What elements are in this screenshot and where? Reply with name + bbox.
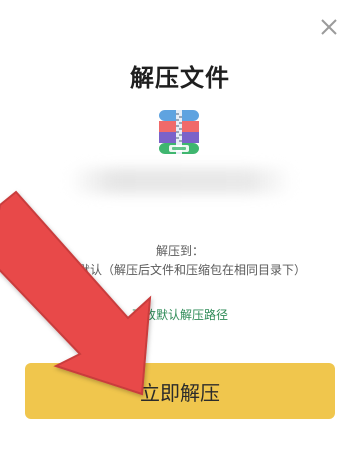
file-name-redacted [68,168,294,194]
zip-archive-icon [159,110,199,154]
dialog-title: 解压文件 [130,64,230,92]
extract-to-value: 系统默认（解压后文件和压缩包在相同目录下） [53,263,306,277]
extract-dialog: 解压文件 解压到： 系统默认（解压后文件和压缩包在相同目录下） 更改默认解压路径… [0,0,360,450]
change-extract-path-link[interactable]: 更改默认解压路径 [0,306,360,323]
extract-now-button[interactable]: 立即解压 [25,363,335,419]
close-icon[interactable] [320,18,338,36]
extract-to-label: 解压到： [155,244,204,258]
